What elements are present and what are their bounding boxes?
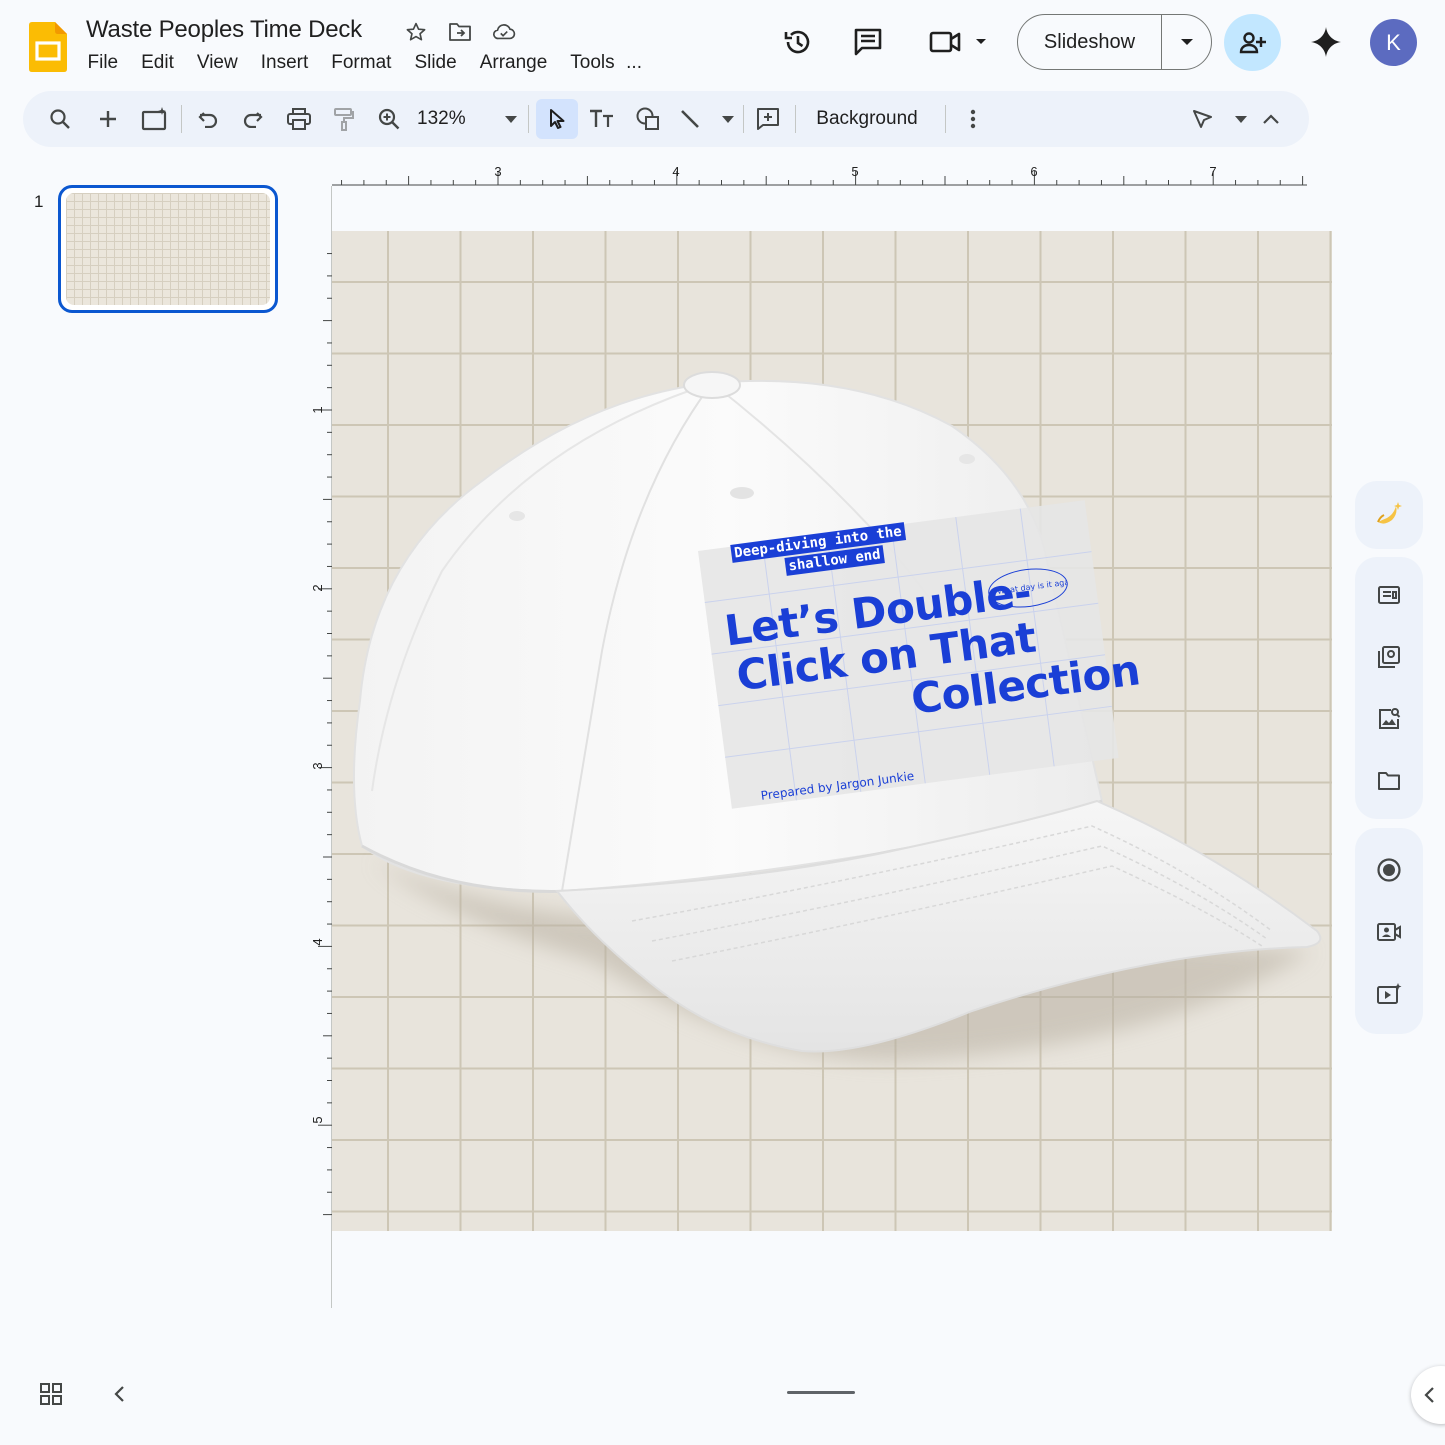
ruler-v-label-4: 4 [310, 938, 325, 945]
slide-number: 1 [34, 192, 44, 211]
cloud-saved-icon[interactable] [492, 20, 516, 44]
ruler-h-label-3: 3 [494, 164, 501, 179]
gemini-sparkle-icon[interactable] [1304, 20, 1348, 64]
slideshow-button[interactable]: Slideshow [1017, 14, 1212, 70]
slide-library-icon[interactable] [1367, 635, 1411, 679]
menu-view[interactable]: View [185, 50, 249, 76]
meet-video-icon[interactable] [922, 14, 992, 70]
menu-arrange[interactable]: Arrange [468, 50, 559, 76]
add-comment-icon[interactable] [751, 99, 785, 139]
slides-logo[interactable] [29, 22, 67, 72]
menu-file[interactable]: File [76, 50, 130, 76]
ruler-v-label-1: 1 [310, 406, 325, 413]
star-icon[interactable] [404, 20, 428, 44]
speaker-notes-drag-handle[interactable] [787, 1391, 855, 1394]
zoom-value: 132% [417, 108, 466, 129]
zoom-select[interactable]: 132% [417, 99, 517, 139]
collapse-filmstrip-chevron-left-icon[interactable] [101, 1376, 137, 1412]
side-panel-top-group [1355, 481, 1423, 549]
grid-view-icon[interactable] [33, 1376, 69, 1412]
ruler-v-label-2: 2 [310, 584, 325, 591]
move-to-folder-icon[interactable] [448, 20, 472, 44]
ruler-h-label-7: 7 [1209, 164, 1216, 179]
banana-ai-image-icon[interactable] [1367, 493, 1411, 537]
ruler-v-label-3: 3 [310, 762, 325, 769]
chevron-down-icon [1235, 115, 1247, 123]
document-title[interactable]: Waste Peoples Time Deck [86, 16, 362, 44]
expand-side-panel-button[interactable] [1411, 1366, 1445, 1424]
slide-thumbnail[interactable] [58, 185, 278, 313]
menu-insert[interactable]: Insert [249, 50, 320, 76]
video-add-icon[interactable] [1367, 972, 1411, 1016]
camera-icon[interactable] [1367, 910, 1411, 954]
chevron-down-icon [722, 115, 734, 123]
record-icon[interactable] [1367, 848, 1411, 892]
menu-more[interactable]: ... [626, 50, 653, 76]
menu-edit[interactable]: Edit [130, 50, 186, 76]
collapse-toolbar-chevron-up-icon[interactable] [1257, 99, 1285, 139]
chevron-down-icon [1180, 39, 1193, 45]
new-slide-plus-icon[interactable] [93, 99, 123, 139]
zoom-icon[interactable] [373, 99, 405, 139]
ruler-h-label-4: 4 [672, 164, 679, 179]
shape-icon[interactable] [631, 99, 665, 139]
side-panel-record-group [1355, 828, 1423, 1034]
text-box-icon[interactable] [585, 99, 619, 139]
select-tool-icon[interactable] [536, 99, 578, 139]
toolbar: 132% Background [23, 91, 1309, 147]
layout-panel-icon[interactable] [1367, 573, 1411, 617]
menu-format[interactable]: Format [320, 50, 403, 76]
share-button[interactable] [1224, 14, 1281, 71]
chevron-down-icon [505, 115, 517, 123]
background-label: Background [816, 108, 918, 129]
ruler-h-label-5: 5 [851, 164, 858, 179]
paint-format-icon[interactable] [328, 99, 360, 139]
version-history-icon[interactable] [776, 14, 820, 70]
folder-icon[interactable] [1367, 759, 1411, 803]
chevron-left-icon [1424, 1387, 1434, 1403]
redo-icon[interactable] [238, 99, 268, 139]
slideshow-label[interactable]: Slideshow [1018, 15, 1162, 69]
background-button[interactable]: Background [807, 99, 927, 139]
search-icon[interactable] [45, 99, 75, 139]
image-search-icon[interactable] [1367, 697, 1411, 741]
pointer-mode-icon[interactable] [1191, 99, 1247, 139]
horizontal-ruler: 3 4 5 6 7 [332, 164, 1307, 186]
slide-canvas[interactable]: Deep-diving into the shallow end What da… [332, 231, 1332, 1231]
ruler-v-label-5: 5 [310, 1116, 325, 1123]
new-slide-with-layout-icon[interactable] [137, 99, 173, 139]
ruler-h-label-6: 6 [1030, 164, 1037, 179]
line-tool-icon[interactable] [678, 99, 734, 139]
undo-icon[interactable] [193, 99, 223, 139]
menu-slide[interactable]: Slide [403, 50, 468, 76]
side-panel-insert-group [1355, 557, 1423, 819]
more-options-icon[interactable] [959, 99, 987, 139]
print-icon[interactable] [283, 99, 315, 139]
account-avatar[interactable]: K [1370, 19, 1417, 66]
menu-tools[interactable]: Tools [559, 50, 626, 76]
comments-icon[interactable] [846, 14, 890, 70]
slideshow-dropdown[interactable] [1162, 15, 1211, 69]
add-person-icon [1239, 31, 1266, 53]
vertical-ruler: 1 2 3 4 5 [310, 253, 332, 1216]
